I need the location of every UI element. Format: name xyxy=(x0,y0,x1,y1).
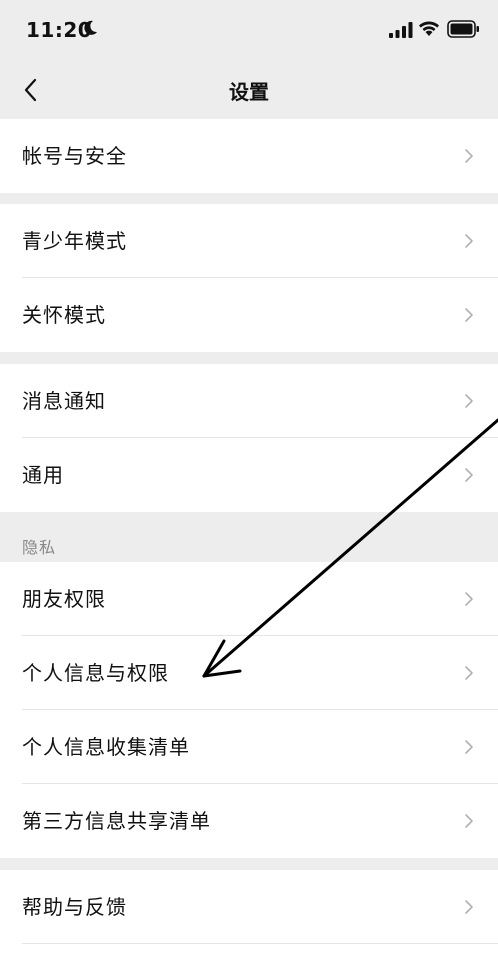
settings-item-care-mode[interactable]: 关怀模式 xyxy=(0,278,498,352)
settings-item-label: 关怀模式 xyxy=(22,303,106,327)
settings-item-friend-permissions[interactable]: 朋友权限 xyxy=(0,562,498,636)
navigation-bar: 设置 xyxy=(0,62,498,118)
chevron-right-icon xyxy=(465,666,473,680)
settings-item-label: 青少年模式 xyxy=(22,229,127,253)
section-header-privacy: 隐私 xyxy=(22,538,57,557)
settings-item-label: 第三方信息共享清单 xyxy=(22,809,211,833)
wifi-icon xyxy=(419,21,439,36)
settings-item-label: 个人信息与权限 xyxy=(22,661,169,685)
settings-item-label: 帐号与安全 xyxy=(22,144,127,168)
settings-item-personal-info-permissions[interactable]: 个人信息与权限 xyxy=(0,636,498,710)
settings-group-modes: 青少年模式 关怀模式 xyxy=(0,204,498,352)
moon-icon xyxy=(84,20,97,35)
settings-group-general: 消息通知 通用 xyxy=(0,364,498,512)
settings-item-label: 个人信息收集清单 xyxy=(22,735,190,759)
chevron-right-icon xyxy=(465,149,473,163)
settings-item-teen-mode[interactable]: 青少年模式 xyxy=(0,204,498,278)
settings-item-label: 朋友权限 xyxy=(22,587,106,611)
chevron-right-icon xyxy=(465,308,473,322)
settings-item-partial[interactable] xyxy=(0,944,498,960)
chevron-right-icon xyxy=(465,234,473,248)
chevron-right-icon xyxy=(465,468,473,482)
settings-item-third-party-sharing[interactable]: 第三方信息共享清单 xyxy=(0,784,498,858)
settings-item-help-feedback[interactable]: 帮助与反馈 xyxy=(0,870,498,944)
cellular-signal-icon xyxy=(389,22,413,38)
chevron-right-icon xyxy=(465,740,473,754)
settings-item-account-security[interactable]: 帐号与安全 xyxy=(0,119,498,193)
settings-item-label: 通用 xyxy=(22,463,64,487)
status-time: 11:20 xyxy=(26,18,93,42)
settings-group-help: 帮助与反馈 xyxy=(0,870,498,960)
settings-group-privacy: 朋友权限 个人信息与权限 个人信息收集清单 第三方信息共享清单 xyxy=(0,562,498,858)
chevron-right-icon xyxy=(465,814,473,828)
settings-item-notifications[interactable]: 消息通知 xyxy=(0,364,498,438)
settings-item-personal-info-collection[interactable]: 个人信息收集清单 xyxy=(0,710,498,784)
chevron-right-icon xyxy=(465,394,473,408)
settings-item-label: 消息通知 xyxy=(22,389,106,413)
settings-item-label: 帮助与反馈 xyxy=(22,895,127,919)
status-bar: 11:20 xyxy=(0,0,498,62)
battery-icon xyxy=(447,20,479,38)
settings-screen: 11:20 设置 帐号与安全 青少年模式 关怀模式 消息通知 通用 隐私 朋友权… xyxy=(0,0,498,960)
settings-group-account: 帐号与安全 xyxy=(0,119,498,193)
chevron-right-icon xyxy=(465,900,473,914)
chevron-right-icon xyxy=(465,592,473,606)
page-title: 设置 xyxy=(229,80,269,104)
settings-item-general[interactable]: 通用 xyxy=(0,438,498,512)
